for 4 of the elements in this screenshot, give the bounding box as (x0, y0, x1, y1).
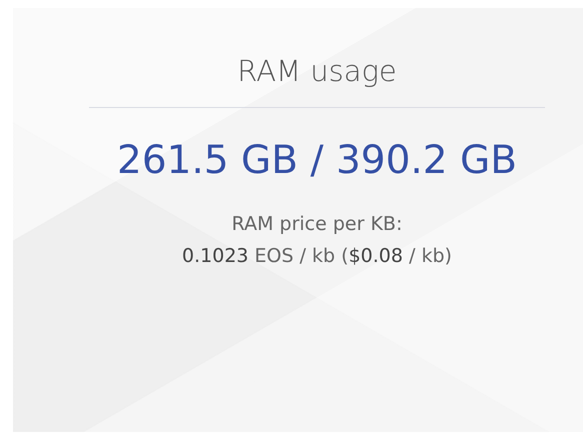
ram-usage-value: 261.5 GB / 390.2 GB (117, 138, 517, 185)
price-value: 0.1023 EOS / kb ($0.08 / kb) (182, 244, 452, 268)
price-label: RAM price per KB: (232, 212, 402, 237)
card-title: RAM usage (237, 54, 397, 89)
